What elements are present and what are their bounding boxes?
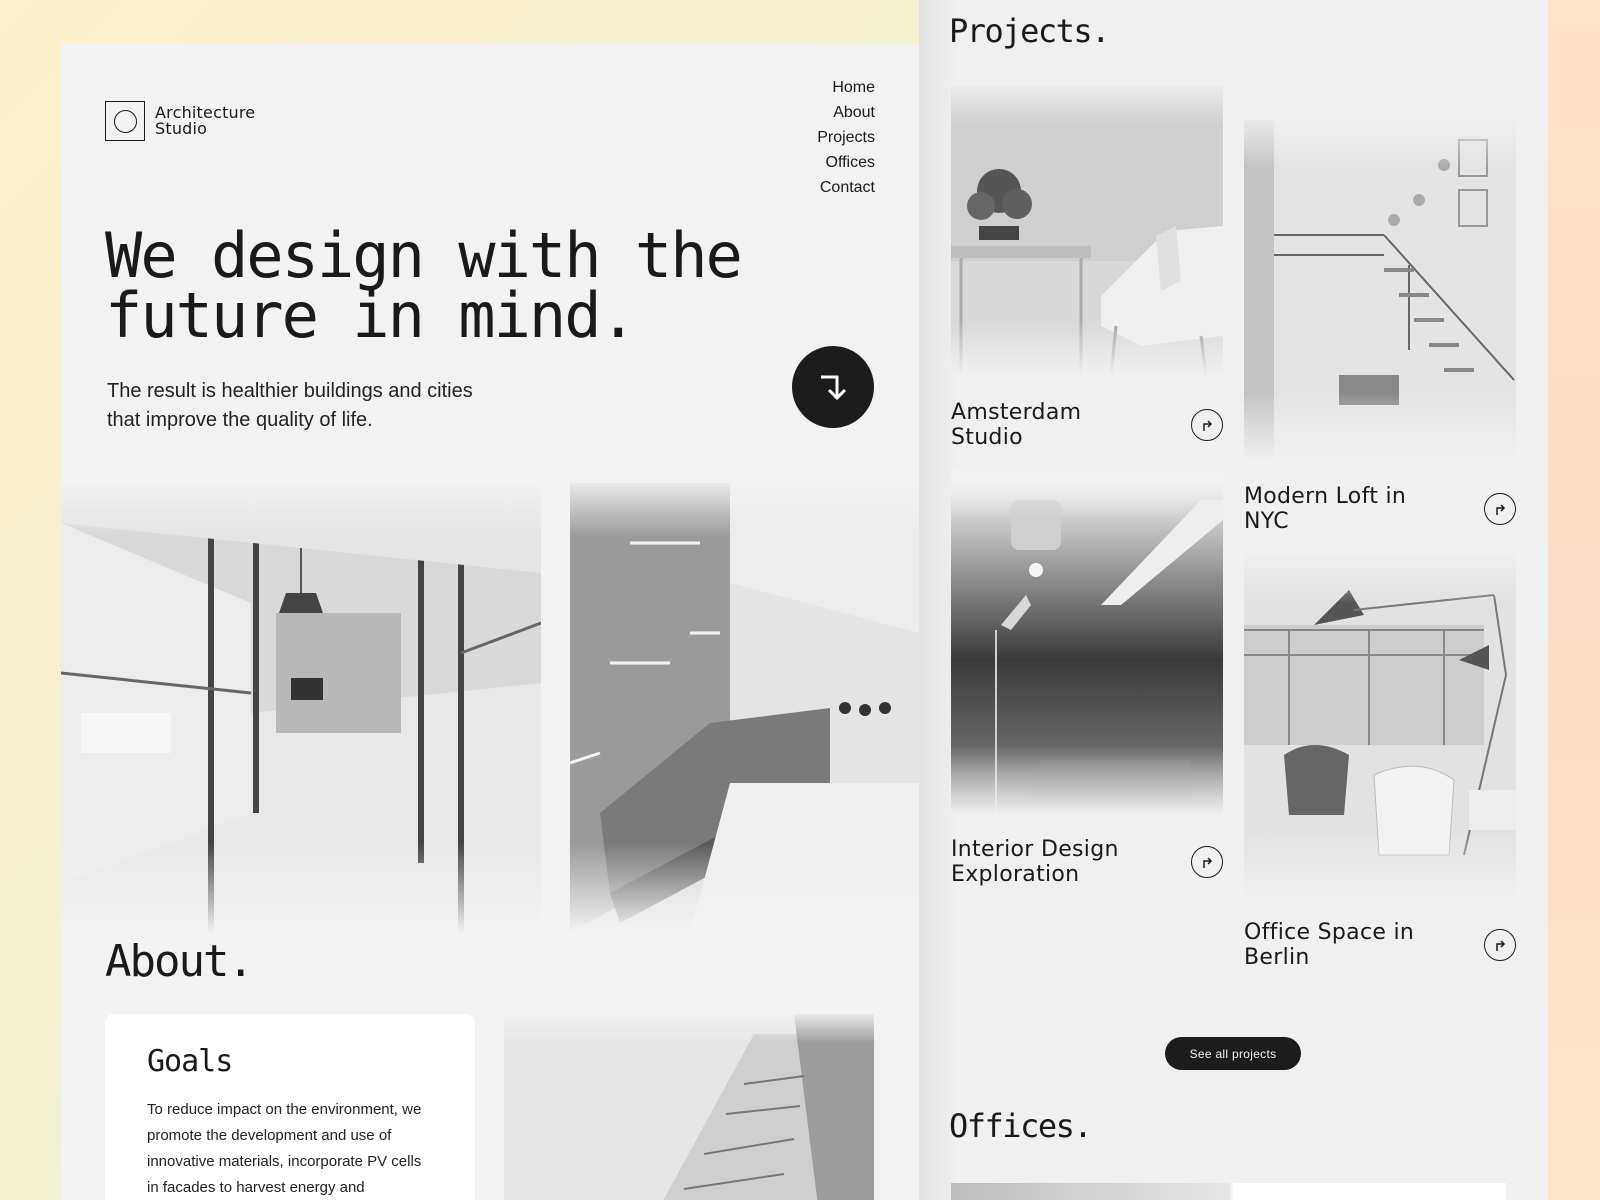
main-nav: Home About Projects Offices Contact: [817, 75, 875, 200]
project-card-nyc-loft[interactable]: Modern Loft in NYC: [1244, 484, 1516, 534]
project-name-line2: NYC: [1244, 509, 1289, 534]
open-project-button[interactable]: [1484, 493, 1516, 525]
goals-text: To reduce impact on the environment, we …: [147, 1101, 422, 1196]
hero-photo-reception: [570, 483, 919, 933]
brand-logo[interactable]: Architecture Studio: [105, 101, 255, 141]
project-photo-amsterdam[interactable]: [951, 86, 1223, 376]
project-photo-berlin[interactable]: [1244, 555, 1516, 900]
nav-about[interactable]: About: [817, 100, 875, 125]
project-name: Interior Design Exploration: [951, 837, 1171, 887]
about-photo-staircase: [504, 1014, 874, 1200]
arrow-up-right-turn-icon: [1496, 940, 1506, 951]
project-name: Amsterdam Studio: [951, 400, 1171, 450]
nav-contact[interactable]: Contact: [817, 175, 875, 200]
brand-name: Architecture Studio: [155, 105, 255, 137]
project-photo-nyc-loft[interactable]: [1244, 120, 1516, 460]
see-all-projects-button[interactable]: See all projects: [1165, 1037, 1301, 1070]
goals-title: Goals: [147, 1044, 233, 1079]
project-name: Modern Loft in NYC: [1244, 484, 1464, 534]
goals-card: Goals To reduce impact on the environmen…: [105, 1014, 475, 1200]
hero-subtitle-line1: The result is healthier buildings and ci…: [107, 380, 473, 402]
arrow-up-right-turn-icon: [1203, 420, 1213, 431]
project-name-line1: Amsterdam: [951, 400, 1082, 425]
scroll-down-button[interactable]: [792, 346, 874, 428]
nav-projects[interactable]: Projects: [817, 125, 875, 150]
open-project-button[interactable]: [1191, 846, 1223, 878]
hero-title: We design with the future in mind.: [105, 225, 805, 347]
project-card-amsterdam[interactable]: Amsterdam Studio: [951, 400, 1223, 450]
project-name-line1: Modern Loft in: [1244, 484, 1407, 509]
arrow-up-right-turn-icon: [1203, 857, 1213, 868]
project-photo-interior[interactable]: [951, 470, 1223, 815]
projects-panel: Projects. Amsterdam Studio Modern Loft i…: [919, 0, 1548, 1200]
project-name-line2: Berlin: [1244, 945, 1310, 970]
project-name-line2: Studio: [951, 425, 1023, 450]
hero-title-line2: future in mind.: [105, 279, 637, 352]
project-name-line2: Exploration: [951, 862, 1080, 887]
open-project-button[interactable]: [1191, 409, 1223, 441]
main-page: Architecture Studio Home About Projects …: [61, 43, 919, 1200]
nav-home[interactable]: Home: [817, 75, 875, 100]
hero-photo-office-corridor: [61, 483, 541, 933]
offices-title: Offices.: [949, 1107, 1093, 1145]
open-project-button[interactable]: [1484, 929, 1516, 961]
hero-subtitle-line2: that improve the quality of life.: [107, 409, 373, 431]
projects-title: Projects.: [949, 12, 1110, 50]
project-name-line1: Interior Design: [951, 837, 1119, 862]
arrow-down-right-icon: [821, 375, 847, 401]
offices-photo-preview: [951, 1183, 1506, 1200]
logo-square-circle-icon: [105, 101, 145, 141]
project-card-interior[interactable]: Interior Design Exploration: [951, 837, 1223, 887]
hero-subtitle: The result is healthier buildings and ci…: [107, 377, 527, 435]
about-title: About.: [105, 936, 254, 987]
arrow-up-right-turn-icon: [1496, 504, 1506, 515]
nav-offices[interactable]: Offices: [817, 150, 876, 175]
project-card-berlin[interactable]: Office Space in Berlin: [1244, 920, 1516, 970]
project-name: Office Space in Berlin: [1244, 920, 1464, 970]
project-name-line1: Office Space in: [1244, 920, 1415, 945]
brand-name-line2: Studio: [155, 119, 208, 138]
